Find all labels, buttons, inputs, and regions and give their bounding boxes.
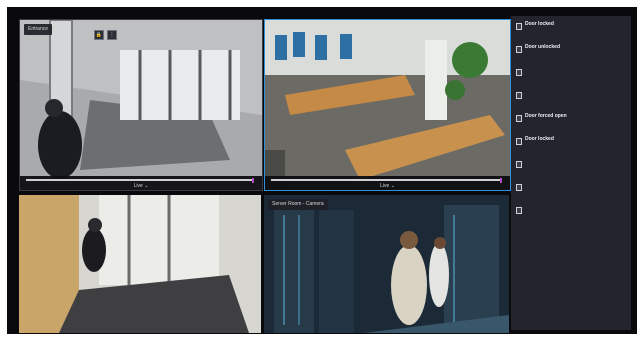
event-item[interactable] <box>516 89 628 108</box>
timeline-track[interactable] <box>26 179 252 181</box>
event-item[interactable]: Door unlocked <box>516 43 628 62</box>
timeline-track[interactable] <box>271 179 500 181</box>
live-toggle[interactable]: Live ⌄ <box>265 183 510 189</box>
chevron-down-icon: ⌄ <box>390 183 395 189</box>
event-item[interactable] <box>516 181 628 200</box>
event-title: Door locked <box>525 136 554 142</box>
event-title: Door unlocked <box>525 44 561 50</box>
timeline-bar[interactable]: Live ⌄ <box>265 176 510 190</box>
event-title: Door locked <box>525 21 554 27</box>
camera-name: Entrance <box>28 26 49 32</box>
camera-tile-server-room[interactable]: Server Room - Camera <box>264 195 509 333</box>
event-item[interactable] <box>516 158 628 177</box>
door-event-icon <box>516 23 522 30</box>
events-panel: Door locked Door unlocked Door forced op… <box>511 16 631 330</box>
door-event-icon <box>516 184 522 191</box>
door-event-icon <box>516 161 522 168</box>
chevron-down-icon: ⌄ <box>144 183 149 189</box>
live-toggle[interactable]: Live ⌄ <box>20 183 262 189</box>
lock-icon[interactable]: 🔒 <box>94 30 104 40</box>
event-title: Door forced open <box>525 113 567 119</box>
live-label: Live <box>380 183 390 189</box>
camera-tile-entrance[interactable]: Entrance 🔒 ⋮ Live ⌄ <box>19 19 263 191</box>
live-label: Live <box>133 183 143 189</box>
camera-name: Server Room - Camera <box>272 201 324 207</box>
camera-tile-office[interactable]: Live ⌄ <box>264 19 511 191</box>
door-event-icon <box>516 138 522 145</box>
event-item[interactable] <box>516 204 628 223</box>
event-item[interactable]: Door forced open <box>516 112 628 131</box>
event-item[interactable]: Door locked <box>516 135 628 154</box>
camera-label[interactable]: Server Room - Camera <box>268 199 328 210</box>
door-event-icon <box>516 92 522 99</box>
video-wall-app: Entrance 🔒 ⋮ Live ⌄ Live ⌄ Server Room -… <box>7 7 637 334</box>
camera-feed-entrance <box>20 20 262 190</box>
timeline-bar[interactable]: Live ⌄ <box>20 176 262 190</box>
camera-tile-stairway[interactable] <box>19 195 261 333</box>
door-event-icon <box>516 46 522 53</box>
door-event-icon <box>516 69 522 76</box>
camera-feed-office <box>265 20 510 190</box>
camera-controls: 🔒 ⋮ <box>94 30 117 40</box>
door-event-icon <box>516 207 522 214</box>
event-item[interactable] <box>516 66 628 85</box>
door-event-icon <box>516 115 522 122</box>
event-item[interactable]: Door locked <box>516 20 628 39</box>
more-vertical-icon[interactable]: ⋮ <box>107 30 117 40</box>
camera-label[interactable]: Entrance <box>24 24 53 35</box>
camera-grid: Entrance 🔒 ⋮ Live ⌄ Live ⌄ Server Room -… <box>15 15 511 333</box>
camera-feed-stairway <box>19 195 261 333</box>
camera-feed-server-room <box>264 195 509 333</box>
